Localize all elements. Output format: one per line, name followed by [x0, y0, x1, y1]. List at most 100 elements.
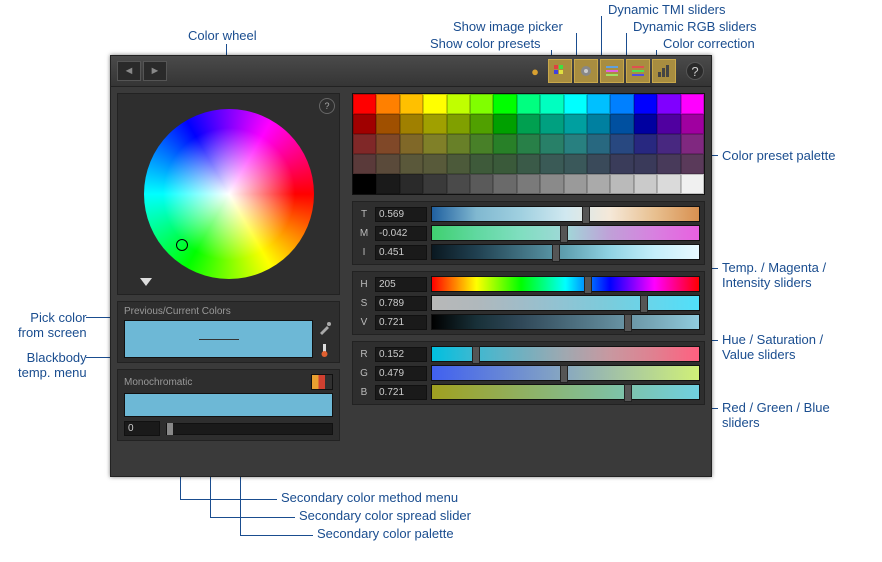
color-wheel[interactable]: [144, 109, 314, 279]
preset-swatch[interactable]: [564, 154, 587, 174]
preset-swatch[interactable]: [517, 94, 540, 114]
preset-swatch[interactable]: [657, 134, 680, 154]
r-slider[interactable]: [431, 346, 700, 362]
slider-handle[interactable]: [472, 346, 480, 364]
preset-swatch[interactable]: [657, 154, 680, 174]
s-slider[interactable]: [431, 295, 700, 311]
show-image-picker-button[interactable]: [574, 59, 598, 83]
preset-swatch[interactable]: [657, 174, 680, 194]
preset-swatch[interactable]: [610, 94, 633, 114]
preset-swatch[interactable]: [423, 174, 446, 194]
preset-swatch[interactable]: [681, 134, 704, 154]
preset-swatch[interactable]: [634, 154, 657, 174]
preset-swatch[interactable]: [634, 114, 657, 134]
preset-swatch[interactable]: [657, 114, 680, 134]
color-correction-button[interactable]: [652, 59, 676, 83]
preset-swatch[interactable]: [470, 154, 493, 174]
slider-handle[interactable]: [624, 314, 632, 332]
preset-swatch[interactable]: [400, 154, 423, 174]
preset-swatch[interactable]: [564, 174, 587, 194]
preset-swatch[interactable]: [447, 154, 470, 174]
preset-swatch[interactable]: [447, 114, 470, 134]
preset-swatch[interactable]: [376, 134, 399, 154]
prev-current-swatch[interactable]: [124, 320, 313, 358]
preset-swatch[interactable]: [587, 94, 610, 114]
dynamic-rgb-button[interactable]: [626, 59, 650, 83]
preset-swatch[interactable]: [447, 134, 470, 154]
v-slider[interactable]: [431, 314, 700, 330]
m-slider[interactable]: [431, 225, 700, 241]
t-value[interactable]: 0.569: [375, 207, 427, 222]
g-value[interactable]: 0.479: [375, 366, 427, 381]
b-slider[interactable]: [431, 384, 700, 400]
preset-swatch[interactable]: [587, 114, 610, 134]
preset-swatch[interactable]: [353, 114, 376, 134]
preset-swatch[interactable]: [540, 134, 563, 154]
preset-swatch[interactable]: [681, 94, 704, 114]
preset-swatch[interactable]: [423, 154, 446, 174]
preset-swatch[interactable]: [517, 114, 540, 134]
preset-swatch[interactable]: [540, 114, 563, 134]
i-value[interactable]: 0.451: [375, 245, 427, 260]
help-icon[interactable]: ?: [319, 98, 335, 114]
preset-swatch[interactable]: [587, 134, 610, 154]
s-value[interactable]: 0.789: [375, 296, 427, 311]
preset-swatch[interactable]: [423, 94, 446, 114]
preset-swatch[interactable]: [447, 174, 470, 194]
preset-swatch[interactable]: [423, 114, 446, 134]
preset-swatch[interactable]: [610, 114, 633, 134]
preset-swatch[interactable]: [493, 134, 516, 154]
preset-swatch[interactable]: [634, 94, 657, 114]
slider-handle[interactable]: [640, 295, 648, 313]
blackbody-temp-menu[interactable]: [317, 342, 333, 358]
slider-handle[interactable]: [167, 423, 173, 435]
secondary-color-palette[interactable]: [124, 393, 333, 417]
preset-swatch[interactable]: [540, 174, 563, 194]
preset-swatch[interactable]: [610, 174, 633, 194]
preset-swatch[interactable]: [564, 94, 587, 114]
secondary-spread-value[interactable]: 0: [124, 421, 160, 436]
preset-swatch[interactable]: [353, 154, 376, 174]
slider-handle[interactable]: [560, 225, 568, 243]
preset-swatch[interactable]: [657, 94, 680, 114]
v-value[interactable]: 0.721: [375, 315, 427, 330]
secondary-spread-slider[interactable]: [166, 423, 333, 435]
color-wheel-marker[interactable]: [176, 239, 188, 251]
preset-swatch[interactable]: [587, 174, 610, 194]
droplet-icon[interactable]: ●: [524, 60, 546, 82]
preset-swatch[interactable]: [610, 154, 633, 174]
slider-handle[interactable]: [560, 365, 568, 383]
preset-swatch[interactable]: [353, 134, 376, 154]
i-slider[interactable]: [431, 244, 700, 260]
preset-swatch[interactable]: [634, 174, 657, 194]
slider-handle[interactable]: [552, 244, 560, 262]
preset-swatch[interactable]: [493, 114, 516, 134]
preset-swatch[interactable]: [400, 114, 423, 134]
eyedropper-button[interactable]: [317, 320, 333, 336]
preset-swatch[interactable]: [587, 154, 610, 174]
preset-swatch[interactable]: [400, 174, 423, 194]
preset-swatch[interactable]: [376, 114, 399, 134]
preset-swatch[interactable]: [681, 154, 704, 174]
preset-swatch[interactable]: [681, 114, 704, 134]
m-value[interactable]: -0.042: [375, 226, 427, 241]
slider-handle[interactable]: [624, 384, 632, 402]
preset-swatch[interactable]: [517, 134, 540, 154]
preset-swatch[interactable]: [681, 174, 704, 194]
color-preset-grid[interactable]: [352, 93, 705, 195]
preset-swatch[interactable]: [400, 134, 423, 154]
slider-handle[interactable]: [582, 206, 590, 224]
h-value[interactable]: 205: [375, 277, 427, 292]
preset-swatch[interactable]: [470, 114, 493, 134]
preset-swatch[interactable]: [540, 94, 563, 114]
t-slider[interactable]: [431, 206, 700, 222]
preset-swatch[interactable]: [423, 134, 446, 154]
preset-swatch[interactable]: [493, 174, 516, 194]
hue-ring-arrow[interactable]: [140, 278, 152, 286]
preset-swatch[interactable]: [376, 174, 399, 194]
preset-swatch[interactable]: [376, 94, 399, 114]
secondary-mode-icon[interactable]: [311, 374, 333, 390]
show-color-presets-button[interactable]: [548, 59, 572, 83]
preset-swatch[interactable]: [353, 94, 376, 114]
preset-swatch[interactable]: [564, 114, 587, 134]
